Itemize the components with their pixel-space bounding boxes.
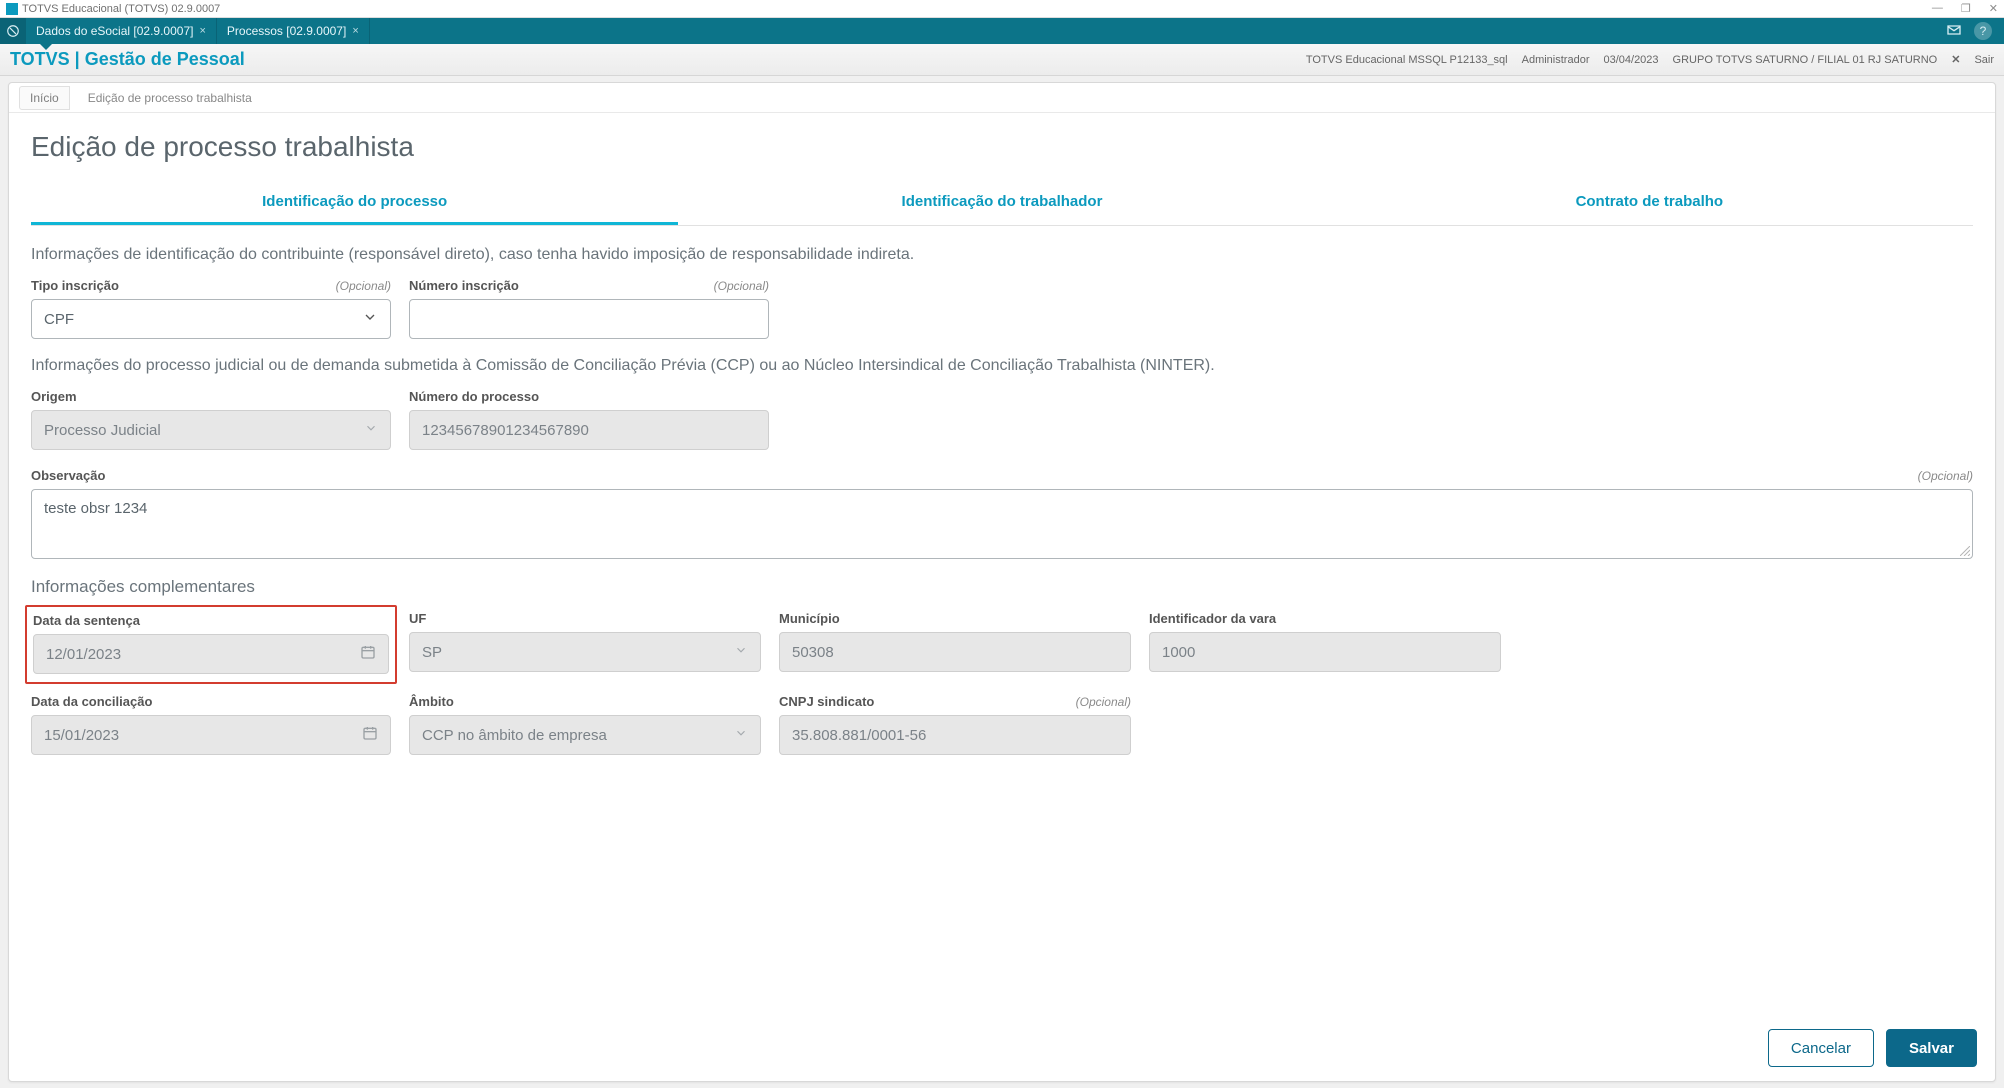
chevron-down-icon [734, 643, 748, 661]
logout-link[interactable]: Sair [1974, 54, 1994, 66]
page-title: Edição de processo trabalhista [31, 131, 1973, 163]
chevron-down-icon [734, 726, 748, 744]
tab-identificacao-trabalhador[interactable]: Identificação do trabalhador [678, 181, 1325, 225]
window-titlebar: TOTVS Educacional (TOTVS) 02.9.0007 — ❐ … [0, 0, 2004, 18]
label-ambito: Âmbito [409, 694, 454, 709]
field-observacao: Observação (Opcional) teste obsr 1234 [31, 468, 1973, 559]
label-numero-processo: Número do processo [409, 389, 539, 404]
input-value: 35.808.881/0001-56 [792, 727, 926, 744]
section1-text: Informações de identificação do contribu… [31, 246, 1973, 264]
select-ambito: CCP no âmbito de empresa [409, 715, 761, 755]
input-value: 12345678901234567890 [422, 422, 589, 439]
input-data-conciliacao: 15/01/2023 [31, 715, 391, 755]
tab-label: Processos [02.9.0007] [227, 24, 346, 38]
help-icon[interactable]: ? [1974, 22, 1992, 40]
section3-title: Informações complementares [31, 577, 1973, 597]
tab-label: Dados do eSocial [02.9.0007] [36, 24, 193, 38]
field-data-sentenca: Data da sentença 12/01/2023 [31, 611, 391, 676]
logout-x-icon[interactable]: ✕ [1951, 53, 1960, 66]
company-label: GRUPO TOTVS SATURNO / FILIAL 01 RJ SATUR… [1673, 54, 1938, 66]
form-footer: Cancelar Salvar [1768, 1029, 1977, 1067]
label-id-vara: Identificador da vara [1149, 611, 1276, 626]
field-origem: Origem Processo Judicial [31, 389, 391, 450]
optional-marker: (Opcional) [336, 279, 391, 293]
section2-text: Informações do processo judicial ou de d… [31, 357, 1973, 375]
window-maximize[interactable]: ❐ [1961, 2, 1971, 15]
input-numero-inscricao[interactable] [409, 299, 769, 339]
select-tipo-inscricao[interactable]: CPF [31, 299, 391, 339]
tab-identificacao-processo[interactable]: Identificação do processo [31, 181, 678, 225]
field-numero-processo: Número do processo 12345678901234567890 [409, 389, 769, 450]
select-value: Processo Judicial [44, 422, 161, 439]
cancel-button[interactable]: Cancelar [1768, 1029, 1874, 1067]
save-button[interactable]: Salvar [1886, 1029, 1977, 1067]
label-data-conciliacao: Data da conciliação [31, 694, 152, 709]
field-numero-inscricao: Número inscrição (Opcional) [409, 278, 769, 339]
user-label: Administrador [1522, 54, 1590, 66]
label-origem: Origem [31, 389, 77, 404]
calendar-icon [362, 725, 378, 745]
label-uf: UF [409, 611, 426, 626]
textarea-value: teste obsr 1234 [44, 500, 147, 517]
select-value: CPF [44, 311, 74, 328]
tab-close-icon[interactable]: × [352, 25, 358, 37]
main-card: Início Edição de processo trabalhista Ed… [8, 82, 1996, 1082]
input-id-vara: 1000 [1149, 632, 1501, 672]
field-uf: UF SP [409, 611, 761, 676]
tab-contrato-trabalho[interactable]: Contrato de trabalho [1326, 181, 1973, 225]
window-close[interactable]: ✕ [1989, 2, 1998, 15]
calendar-icon [360, 644, 376, 664]
app-tabbar: Dados do eSocial [02.9.0007] × Processos… [0, 18, 2004, 44]
input-cnpj-sindicato: 35.808.881/0001-56 [779, 715, 1131, 755]
select-value: SP [422, 644, 442, 661]
field-cnpj-sindicato: CNPJ sindicato (Opcional) 35.808.881/000… [779, 694, 1131, 755]
label-cnpj-sindicato: CNPJ sindicato [779, 694, 874, 709]
select-origem: Processo Judicial [31, 410, 391, 450]
label-observacao: Observação [31, 468, 105, 483]
optional-marker: (Opcional) [1918, 469, 1973, 483]
resize-grip-icon[interactable] [1960, 546, 1970, 556]
app-icon [6, 3, 18, 15]
input-municipio: 50308 [779, 632, 1131, 672]
input-value: 50308 [792, 644, 834, 661]
brand-title: TOTVS | Gestão de Pessoal [10, 49, 245, 70]
highlighted-field-box: Data da sentença 12/01/2023 [25, 605, 397, 684]
label-municipio: Município [779, 611, 840, 626]
input-value: 12/01/2023 [46, 646, 121, 663]
input-numero-processo: 12345678901234567890 [409, 410, 769, 450]
nav-back-icon[interactable] [0, 18, 26, 44]
field-data-conciliacao: Data da conciliação 15/01/2023 [31, 694, 391, 755]
field-tipo-inscricao: Tipo inscrição (Opcional) CPF [31, 278, 391, 339]
field-municipio: Município 50308 [779, 611, 1131, 676]
chevron-down-icon [364, 421, 378, 439]
select-value: CCP no âmbito de empresa [422, 727, 607, 744]
input-data-sentenca: 12/01/2023 [33, 634, 389, 674]
env-label: TOTVS Educacional MSSQL P12133_sql [1306, 54, 1508, 66]
input-value: 15/01/2023 [44, 727, 119, 744]
label-tipo-inscricao: Tipo inscrição [31, 278, 119, 293]
input-value: 1000 [1162, 644, 1195, 661]
window-title: TOTVS Educacional (TOTVS) 02.9.0007 [22, 3, 220, 15]
header-strip: TOTVS | Gestão de Pessoal TOTVS Educacio… [0, 44, 2004, 76]
form-tabs: Identificação do processo Identificação … [31, 181, 1973, 226]
tab-processos[interactable]: Processos [02.9.0007] × [217, 18, 370, 44]
tab-dados-esocial[interactable]: Dados do eSocial [02.9.0007] × [26, 18, 217, 44]
tab-close-icon[interactable]: × [199, 25, 205, 37]
field-id-vara: Identificador da vara 1000 [1149, 611, 1501, 676]
textarea-observacao[interactable]: teste obsr 1234 [31, 489, 1973, 559]
mail-icon[interactable] [1946, 22, 1962, 41]
optional-marker: (Opcional) [714, 279, 769, 293]
breadcrumb-current: Edição de processo trabalhista [78, 87, 262, 109]
window-minimize[interactable]: — [1932, 2, 1943, 15]
select-uf: SP [409, 632, 761, 672]
label-data-sentenca: Data da sentença [33, 613, 140, 628]
optional-marker: (Opcional) [1076, 695, 1131, 709]
label-numero-inscricao: Número inscrição [409, 278, 519, 293]
chevron-down-icon [362, 309, 378, 329]
field-ambito: Âmbito CCP no âmbito de empresa [409, 694, 761, 755]
date-label: 03/04/2023 [1603, 54, 1658, 66]
breadcrumb: Início Edição de processo trabalhista [9, 83, 1995, 113]
breadcrumb-home[interactable]: Início [19, 86, 70, 110]
